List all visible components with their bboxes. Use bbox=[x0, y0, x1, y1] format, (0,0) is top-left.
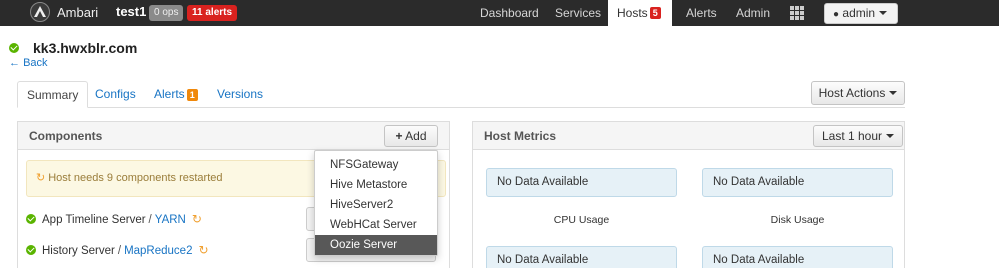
top-navbar: Ambari test1 0 ops 11 alerts Dashboard S… bbox=[0, 0, 999, 26]
menu-item-oozie-server[interactable]: Oozie Server bbox=[315, 235, 437, 255]
tab-summary[interactable]: Summary bbox=[17, 81, 89, 108]
nav-alerts[interactable]: Alerts bbox=[677, 0, 726, 26]
metric-graph[interactable]: No Data Available bbox=[486, 246, 677, 268]
restart-needed-icon[interactable]: ↻ bbox=[192, 212, 202, 226]
menu-item-webhcat-server[interactable]: WebHCat Server bbox=[315, 215, 437, 235]
service-link[interactable]: YARN bbox=[155, 214, 186, 226]
brand-name[interactable]: Ambari bbox=[57, 5, 98, 20]
chevron-down-icon bbox=[889, 91, 898, 95]
host-status-ok-icon bbox=[9, 43, 19, 53]
components-panel-header: Components + Add bbox=[18, 122, 449, 150]
nav-hosts[interactable]: Hosts 5 bbox=[608, 0, 672, 26]
nav-dashboard[interactable]: Dashboard bbox=[471, 0, 548, 26]
user-icon: ● bbox=[833, 9, 840, 20]
separator: / bbox=[117, 245, 122, 257]
metric-graph[interactable]: No Data Available bbox=[702, 246, 893, 268]
arrow-left-icon: ← bbox=[9, 57, 20, 69]
back-label: Back bbox=[23, 57, 48, 69]
time-range-dropdown[interactable]: Last 1 hour bbox=[813, 125, 903, 147]
refresh-icon: ↻ bbox=[36, 172, 46, 184]
add-component-menu: NFSGateway Hive Metastore HiveServer2 We… bbox=[314, 150, 438, 256]
chevron-down-icon bbox=[879, 11, 888, 15]
menu-item-hive-metastore[interactable]: Hive Metastore bbox=[315, 175, 437, 195]
nav-admin[interactable]: Admin bbox=[727, 0, 779, 26]
component-row: App Timeline Server / YARN ↻ bbox=[26, 212, 202, 226]
cluster-name[interactable]: test1 bbox=[116, 4, 146, 19]
nav-hosts-label: Hosts bbox=[617, 6, 648, 20]
back-link[interactable]: ← Back bbox=[9, 57, 48, 69]
user-menu-label: admin bbox=[842, 6, 876, 20]
component-status-ok-icon bbox=[26, 245, 36, 255]
tab-versions[interactable]: Versions bbox=[208, 81, 272, 108]
hosts-count-badge: 5 bbox=[649, 7, 661, 19]
cpu-usage-graph[interactable]: No Data Available bbox=[486, 168, 677, 197]
menu-item-hiveserver2[interactable]: HiveServer2 bbox=[315, 195, 437, 215]
components-title: Components bbox=[29, 129, 103, 143]
host-actions-button[interactable]: Host Actions bbox=[811, 81, 905, 105]
plus-icon: + bbox=[395, 129, 403, 143]
restart-message: Host needs 9 components restarted bbox=[48, 172, 223, 184]
component-name: App Timeline Server bbox=[42, 214, 146, 226]
host-metrics-panel-header: Host Metrics Last 1 hour bbox=[473, 122, 904, 150]
disk-usage-graph[interactable]: No Data Available bbox=[702, 168, 893, 197]
host-metrics-title: Host Metrics bbox=[484, 129, 557, 143]
tab-alerts-count-badge: 1 bbox=[186, 89, 198, 101]
ops-badge[interactable]: 0 ops bbox=[149, 5, 184, 21]
tab-alerts[interactable]: Alerts 1 bbox=[145, 81, 207, 108]
nav-services[interactable]: Services bbox=[546, 0, 610, 26]
host-actions-label: Host Actions bbox=[818, 86, 886, 100]
tab-configs[interactable]: Configs bbox=[86, 81, 145, 108]
user-menu-button[interactable]: ● admin bbox=[824, 3, 898, 24]
component-name: History Server bbox=[42, 245, 115, 257]
service-link[interactable]: MapReduce2 bbox=[124, 245, 192, 257]
page-title: kk3.hwxblr.com bbox=[33, 40, 138, 56]
menu-item-nfsgateway[interactable]: NFSGateway bbox=[315, 155, 437, 175]
cpu-usage-label: CPU Usage bbox=[553, 214, 610, 226]
separator: / bbox=[148, 214, 152, 226]
disk-usage-label: Disk Usage bbox=[770, 214, 825, 226]
add-label: Add bbox=[405, 129, 427, 143]
host-metrics-panel: Host Metrics Last 1 hour No Data Availab… bbox=[472, 121, 905, 268]
chevron-down-icon bbox=[886, 134, 895, 138]
restart-needed-icon[interactable]: ↻ bbox=[198, 243, 208, 257]
alerts-badge[interactable]: 11 alerts bbox=[187, 5, 238, 21]
time-range-label: Last 1 hour bbox=[821, 129, 883, 143]
component-row: History Server / MapReduce2 ↻ bbox=[26, 243, 209, 257]
ambari-logo-icon[interactable] bbox=[30, 2, 50, 22]
add-component-button[interactable]: + Add bbox=[384, 125, 438, 147]
views-grid-icon[interactable] bbox=[790, 6, 804, 20]
component-status-ok-icon bbox=[26, 214, 36, 224]
tab-alerts-label: Alerts bbox=[154, 87, 185, 101]
